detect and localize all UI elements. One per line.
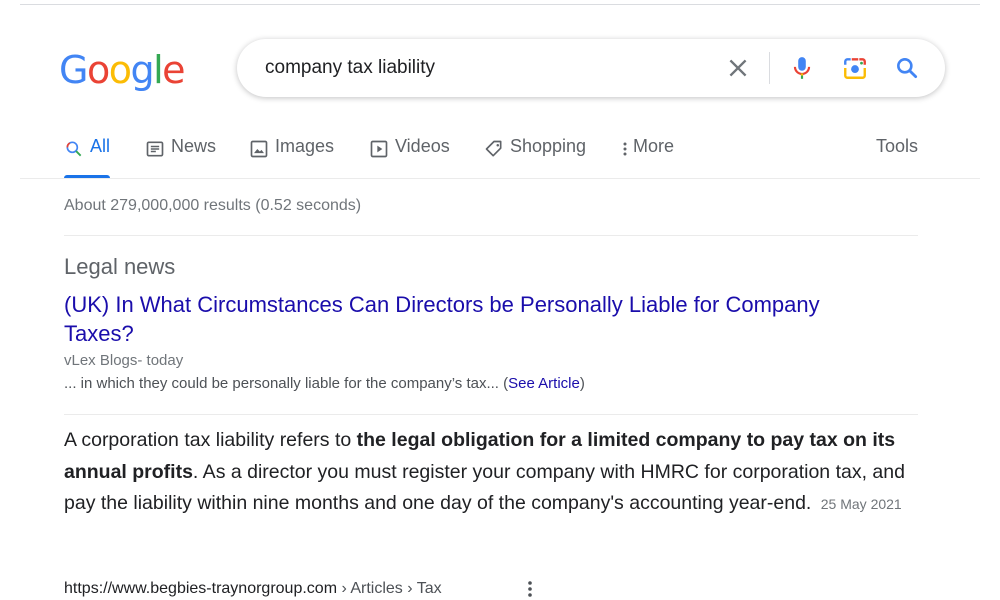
featured-date: 25 May 2021: [820, 496, 902, 512]
section-divider: [64, 235, 918, 236]
tab-all[interactable]: All: [64, 136, 111, 178]
result-breadcrumb: › Articles › Tax: [337, 580, 442, 597]
search-icon[interactable]: [894, 55, 920, 81]
logo-letter: l: [153, 48, 164, 92]
camera-lens-icon[interactable]: [842, 55, 868, 81]
microphone-icon[interactable]: [789, 55, 815, 81]
featured-text: A corporation tax liability refers to: [64, 429, 357, 451]
search-box: [237, 39, 945, 97]
tab-label: Shopping: [510, 136, 587, 156]
result-url[interactable]: https://www.begbies-traynorgroup.com › A…: [64, 580, 442, 598]
tab-shopping[interactable]: Shopping: [484, 136, 586, 178]
section-divider: [64, 414, 918, 415]
news-article-link[interactable]: (UK) In What Circumstances Can Directors…: [64, 290, 824, 348]
image-icon: [249, 139, 269, 159]
search-input[interactable]: [265, 56, 695, 80]
more-vert-icon: [619, 139, 631, 159]
google-logo[interactable]: Google: [59, 48, 186, 92]
snippet-text: ... in which they could be personally li…: [64, 375, 509, 392]
featured-snippet: A corporation tax liability refers to th…: [64, 425, 924, 521]
legal-news-heading: Legal news: [64, 254, 176, 279]
logo-letter: o: [108, 48, 132, 92]
search-box-divider: [769, 52, 770, 84]
tab-more[interactable]: More: [619, 136, 674, 178]
result-domain: https://www.begbies-traynorgroup.com: [64, 580, 338, 597]
tab-videos[interactable]: Videos: [369, 136, 450, 178]
news-source: vLex Blogs- today: [64, 352, 184, 369]
tag-icon: [484, 139, 504, 159]
news-icon: [145, 139, 165, 159]
tools-button[interactable]: Tools: [876, 136, 918, 157]
top-divider: [20, 4, 980, 5]
tabs-divider: [20, 178, 980, 179]
more-vert-icon[interactable]: [522, 578, 538, 600]
logo-letter: g: [130, 48, 154, 92]
tab-label: Videos: [395, 136, 450, 156]
tab-label: News: [171, 136, 217, 156]
tab-label: More: [633, 136, 675, 156]
snippet-text-end: ): [579, 375, 585, 392]
result-stats: About 279,000,000 results (0.52 seconds): [64, 197, 362, 214]
tab-news[interactable]: News: [145, 136, 216, 178]
news-snippet: ... in which they could be personally li…: [64, 375, 585, 392]
tab-images[interactable]: Images: [249, 136, 334, 178]
logo-letter: G: [59, 48, 88, 92]
tab-label: Images: [275, 136, 335, 156]
logo-letter: e: [162, 48, 185, 92]
tab-label: All: [90, 136, 111, 156]
see-article-link[interactable]: See Article: [508, 375, 580, 392]
logo-letter: o: [86, 48, 110, 92]
video-icon: [369, 139, 389, 159]
search-icon: [64, 139, 84, 159]
close-icon[interactable]: [725, 55, 751, 81]
